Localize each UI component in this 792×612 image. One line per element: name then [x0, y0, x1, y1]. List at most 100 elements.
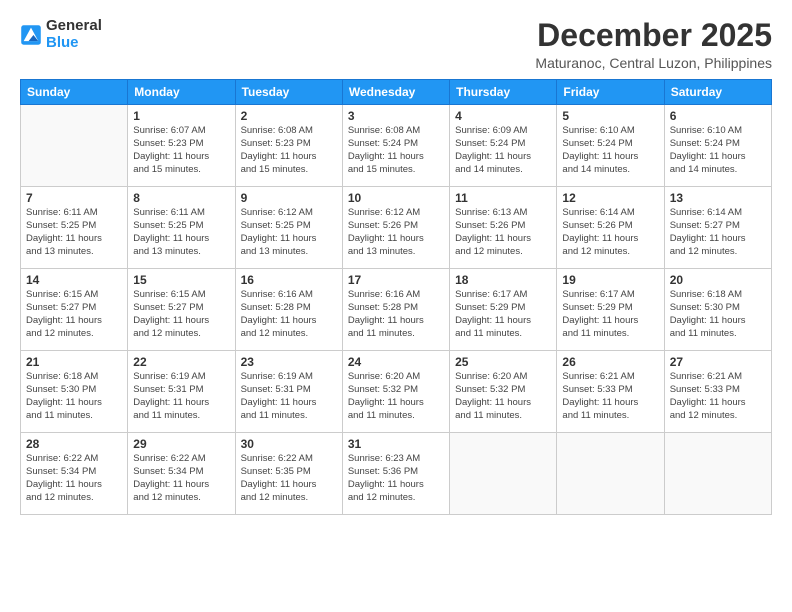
calendar-cell: 2 Sunrise: 6:08 AMSunset: 5:23 PMDaylight… [235, 105, 342, 187]
day-info: Sunrise: 6:22 AMSunset: 5:34 PMDaylight:… [133, 453, 229, 504]
day-info: Sunrise: 6:18 AMSunset: 5:30 PMDaylight:… [670, 289, 766, 340]
day-info: Sunrise: 6:16 AMSunset: 5:28 PMDaylight:… [348, 289, 444, 340]
subtitle: Maturanoc, Central Luzon, Philippines [535, 55, 772, 71]
day-number: 17 [348, 273, 444, 287]
calendar-week-row: 1 Sunrise: 6:07 AMSunset: 5:23 PMDaylight… [21, 105, 772, 187]
day-info: Sunrise: 6:10 AMSunset: 5:24 PMDaylight:… [562, 125, 658, 176]
day-info: Sunrise: 6:14 AMSunset: 5:27 PMDaylight:… [670, 207, 766, 258]
day-info: Sunrise: 6:22 AMSunset: 5:34 PMDaylight:… [26, 453, 122, 504]
day-info: Sunrise: 6:21 AMSunset: 5:33 PMDaylight:… [670, 371, 766, 422]
header-tuesday: Tuesday [235, 80, 342, 105]
day-info: Sunrise: 6:08 AMSunset: 5:24 PMDaylight:… [348, 125, 444, 176]
day-info: Sunrise: 6:12 AMSunset: 5:25 PMDaylight:… [241, 207, 337, 258]
day-info: Sunrise: 6:22 AMSunset: 5:35 PMDaylight:… [241, 453, 337, 504]
day-info: Sunrise: 6:15 AMSunset: 5:27 PMDaylight:… [133, 289, 229, 340]
day-info: Sunrise: 6:08 AMSunset: 5:23 PMDaylight:… [241, 125, 337, 176]
day-info: Sunrise: 6:07 AMSunset: 5:23 PMDaylight:… [133, 125, 229, 176]
calendar-cell: 16 Sunrise: 6:16 AMSunset: 5:28 PMDayligh… [235, 269, 342, 351]
day-info: Sunrise: 6:17 AMSunset: 5:29 PMDaylight:… [562, 289, 658, 340]
day-info: Sunrise: 6:11 AMSunset: 5:25 PMDaylight:… [133, 207, 229, 258]
calendar-cell: 22 Sunrise: 6:19 AMSunset: 5:31 PMDayligh… [128, 351, 235, 433]
day-number: 27 [670, 355, 766, 369]
calendar-cell: 3 Sunrise: 6:08 AMSunset: 5:24 PMDaylight… [342, 105, 449, 187]
day-info: Sunrise: 6:15 AMSunset: 5:27 PMDaylight:… [26, 289, 122, 340]
header-monday: Monday [128, 80, 235, 105]
day-number: 18 [455, 273, 551, 287]
day-number: 14 [26, 273, 122, 287]
day-number: 12 [562, 191, 658, 205]
calendar-header-row: SundayMondayTuesdayWednesdayThursdayFrid… [21, 80, 772, 105]
day-info: Sunrise: 6:10 AMSunset: 5:24 PMDaylight:… [670, 125, 766, 176]
day-number: 21 [26, 355, 122, 369]
day-number: 4 [455, 109, 551, 123]
day-info: Sunrise: 6:18 AMSunset: 5:30 PMDaylight:… [26, 371, 122, 422]
calendar-cell: 8 Sunrise: 6:11 AMSunset: 5:25 PMDaylight… [128, 187, 235, 269]
day-info: Sunrise: 6:13 AMSunset: 5:26 PMDaylight:… [455, 207, 551, 258]
day-number: 7 [26, 191, 122, 205]
calendar-week-row: 7 Sunrise: 6:11 AMSunset: 5:25 PMDaylight… [21, 187, 772, 269]
day-number: 20 [670, 273, 766, 287]
day-number: 15 [133, 273, 229, 287]
calendar-table: SundayMondayTuesdayWednesdayThursdayFrid… [20, 79, 772, 515]
day-number: 19 [562, 273, 658, 287]
day-number: 3 [348, 109, 444, 123]
day-number: 8 [133, 191, 229, 205]
day-number: 2 [241, 109, 337, 123]
day-info: Sunrise: 6:21 AMSunset: 5:33 PMDaylight:… [562, 371, 658, 422]
header-sunday: Sunday [21, 80, 128, 105]
day-number: 25 [455, 355, 551, 369]
day-number: 23 [241, 355, 337, 369]
calendar-cell: 27 Sunrise: 6:21 AMSunset: 5:33 PMDayligh… [664, 351, 771, 433]
calendar-cell: 19 Sunrise: 6:17 AMSunset: 5:29 PMDayligh… [557, 269, 664, 351]
calendar-cell: 26 Sunrise: 6:21 AMSunset: 5:33 PMDayligh… [557, 351, 664, 433]
day-number: 6 [670, 109, 766, 123]
calendar-cell: 28 Sunrise: 6:22 AMSunset: 5:34 PMDayligh… [21, 433, 128, 515]
calendar-cell [21, 105, 128, 187]
day-info: Sunrise: 6:12 AMSunset: 5:26 PMDaylight:… [348, 207, 444, 258]
day-info: Sunrise: 6:09 AMSunset: 5:24 PMDaylight:… [455, 125, 551, 176]
calendar-cell: 7 Sunrise: 6:11 AMSunset: 5:25 PMDaylight… [21, 187, 128, 269]
calendar-cell: 1 Sunrise: 6:07 AMSunset: 5:23 PMDaylight… [128, 105, 235, 187]
day-number: 31 [348, 437, 444, 451]
day-number: 9 [241, 191, 337, 205]
calendar-cell: 10Sunrise: 6:12 AMSunset: 5:26 PMDayligh… [342, 187, 449, 269]
day-info: Sunrise: 6:20 AMSunset: 5:32 PMDaylight:… [455, 371, 551, 422]
day-number: 16 [241, 273, 337, 287]
day-number: 28 [26, 437, 122, 451]
header: General Blue December 2025 Maturanoc, Ce… [20, 18, 772, 71]
calendar-cell [450, 433, 557, 515]
logo-line2: Blue [46, 35, 102, 52]
calendar-cell: 15 Sunrise: 6:15 AMSunset: 5:27 PMDayligh… [128, 269, 235, 351]
day-number: 5 [562, 109, 658, 123]
day-info: Sunrise: 6:20 AMSunset: 5:32 PMDaylight:… [348, 371, 444, 422]
day-info: Sunrise: 6:16 AMSunset: 5:28 PMDaylight:… [241, 289, 337, 340]
page: General Blue December 2025 Maturanoc, Ce… [0, 0, 792, 612]
calendar-week-row: 14 Sunrise: 6:15 AMSunset: 5:27 PMDayligh… [21, 269, 772, 351]
calendar-cell: 4 Sunrise: 6:09 AMSunset: 5:24 PMDaylight… [450, 105, 557, 187]
day-number: 22 [133, 355, 229, 369]
logo-line1: General [46, 18, 102, 35]
calendar-cell: 17 Sunrise: 6:16 AMSunset: 5:28 PMDayligh… [342, 269, 449, 351]
calendar-cell: 25 Sunrise: 6:20 AMSunset: 5:32 PMDayligh… [450, 351, 557, 433]
day-info: Sunrise: 6:17 AMSunset: 5:29 PMDaylight:… [455, 289, 551, 340]
calendar-cell: 11Sunrise: 6:13 AMSunset: 5:26 PMDayligh… [450, 187, 557, 269]
day-info: Sunrise: 6:14 AMSunset: 5:26 PMDaylight:… [562, 207, 658, 258]
day-number: 26 [562, 355, 658, 369]
calendar-cell: 12 Sunrise: 6:14 AMSunset: 5:26 PMDayligh… [557, 187, 664, 269]
day-number: 30 [241, 437, 337, 451]
day-info: Sunrise: 6:11 AMSunset: 5:25 PMDaylight:… [26, 207, 122, 258]
day-number: 24 [348, 355, 444, 369]
day-info: Sunrise: 6:19 AMSunset: 5:31 PMDaylight:… [133, 371, 229, 422]
calendar-cell: 18 Sunrise: 6:17 AMSunset: 5:29 PMDayligh… [450, 269, 557, 351]
calendar-week-row: 21 Sunrise: 6:18 AMSunset: 5:30 PMDayligh… [21, 351, 772, 433]
logo-icon [20, 24, 42, 46]
calendar-cell: 14 Sunrise: 6:15 AMSunset: 5:27 PMDayligh… [21, 269, 128, 351]
day-number: 1 [133, 109, 229, 123]
title-block: December 2025 Maturanoc, Central Luzon, … [535, 18, 772, 71]
calendar-cell: 30 Sunrise: 6:22 AMSunset: 5:35 PMDayligh… [235, 433, 342, 515]
logo-text: General Blue [46, 18, 102, 51]
month-title: December 2025 [535, 18, 772, 53]
calendar-cell: 21 Sunrise: 6:18 AMSunset: 5:30 PMDayligh… [21, 351, 128, 433]
calendar-cell: 23Sunrise: 6:19 AMSunset: 5:31 PMDayligh… [235, 351, 342, 433]
calendar-cell [557, 433, 664, 515]
